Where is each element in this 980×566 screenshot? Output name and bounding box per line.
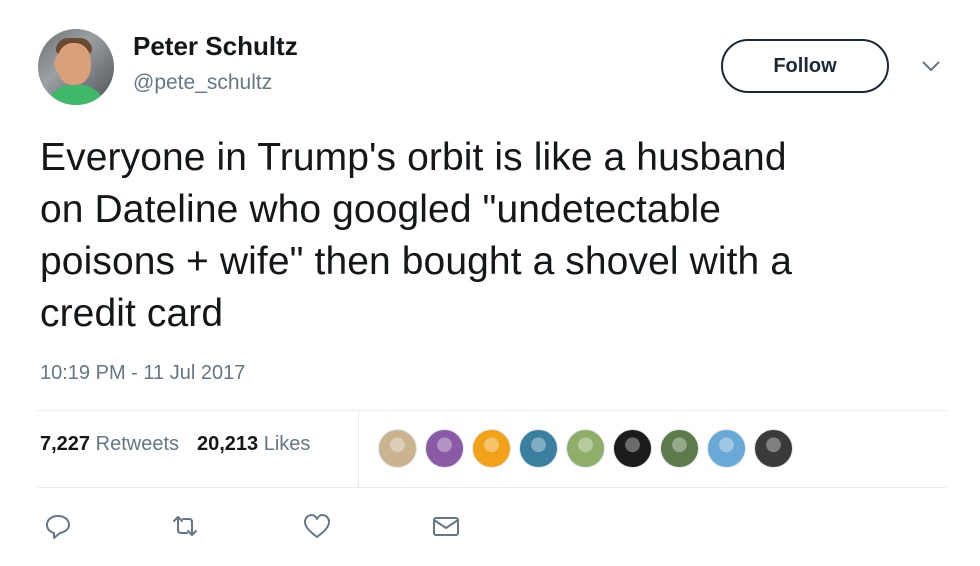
stats-divider [358,411,359,487]
liker-avatar[interactable] [425,429,464,468]
retweets-label: Retweets [95,433,179,455]
direct-message-icon[interactable] [431,511,461,541]
liker-avatar[interactable] [660,429,699,468]
tweet-line: credit card [40,292,224,335]
follow-button[interactable]: Follow [721,39,889,93]
retweets-count: 7,227 [40,433,91,455]
chevron-down-icon[interactable] [920,58,942,74]
liker-avatar[interactable] [613,429,652,468]
tweet-line: Everyone in Trump's orbit is like a husb… [40,136,787,179]
retweet-icon[interactable] [170,511,200,541]
tweet-line: on Dateline who googled "undetectable [40,188,722,231]
liker-avatar[interactable] [472,429,511,468]
liker-avatar[interactable] [566,429,605,468]
likers-avatars [378,429,793,468]
tweet-actions [0,511,980,541]
tweet-line: poisons + wife" then bought a shovel wit… [40,240,793,283]
likes-stat[interactable]: 20,213 Likes [197,433,310,456]
avatar-shirt [46,85,106,105]
like-icon[interactable] [302,511,332,541]
liker-avatar[interactable] [519,429,558,468]
tweet-text: Everyone in Trump's orbit is like a husb… [40,132,940,340]
liker-avatar[interactable] [378,429,417,468]
engagement-stats: 7,227 Retweets 20,213 Likes [40,433,310,456]
liker-avatar[interactable] [754,429,793,468]
divider [38,487,946,488]
avatar-face [57,43,91,85]
liker-avatar[interactable] [707,429,746,468]
retweets-stat[interactable]: 7,227 Retweets [40,433,179,456]
likes-label: Likes [263,433,311,455]
author-name[interactable]: Peter Schultz [133,31,298,62]
likes-count: 20,213 [197,433,259,455]
author-avatar[interactable] [38,29,114,105]
reply-icon[interactable] [43,511,73,541]
divider [38,410,946,411]
author-handle[interactable]: @pete_schultz [133,71,272,95]
tweet-timestamp[interactable]: 10:19 PM - 11 Jul 2017 [40,362,245,385]
